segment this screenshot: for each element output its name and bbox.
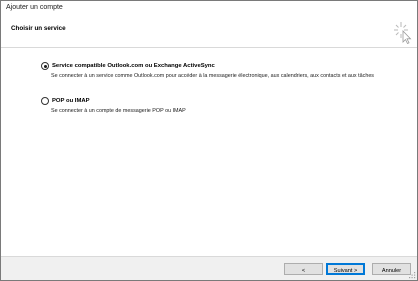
option-activesync-label[interactable]: Service compatible Outlook.com ou Exchan… [52, 63, 215, 69]
service-options-panel: Service compatible Outlook.com ou Exchan… [1, 48, 417, 257]
dialog-footer: < Précédent Suivant > Annuler [1, 257, 417, 280]
title-bar[interactable]: Ajouter un compte [1, 1, 417, 16]
radio-activesync[interactable] [41, 62, 49, 70]
add-account-dialog: Ajouter un compte Choisir un service Ser… [0, 0, 418, 281]
page-title: Choisir un service [11, 25, 66, 32]
radio-pop-imap[interactable] [41, 97, 49, 105]
option-pop-imap-label[interactable]: POP ou IMAP [52, 98, 90, 104]
resize-grip-icon[interactable] [408, 271, 416, 279]
window-title: Ajouter un compte [6, 4, 63, 11]
back-button[interactable]: < Précédent [284, 263, 323, 275]
option-activesync[interactable]: Service compatible Outlook.com ou Exchan… [41, 61, 393, 80]
wizard-header: Choisir un service [1, 16, 417, 48]
wizard-sparkle-cursor-icon [394, 22, 412, 44]
option-activesync-description: Se connecter à un service comme Outlook.… [51, 73, 375, 79]
cancel-button[interactable]: Annuler [372, 263, 411, 275]
next-button[interactable]: Suivant > [326, 263, 365, 275]
option-pop-imap-description: Se connecter à un compte de messagerie P… [51, 108, 186, 114]
option-pop-imap[interactable]: POP ou IMAP Se connecter à un compte de … [41, 96, 393, 115]
